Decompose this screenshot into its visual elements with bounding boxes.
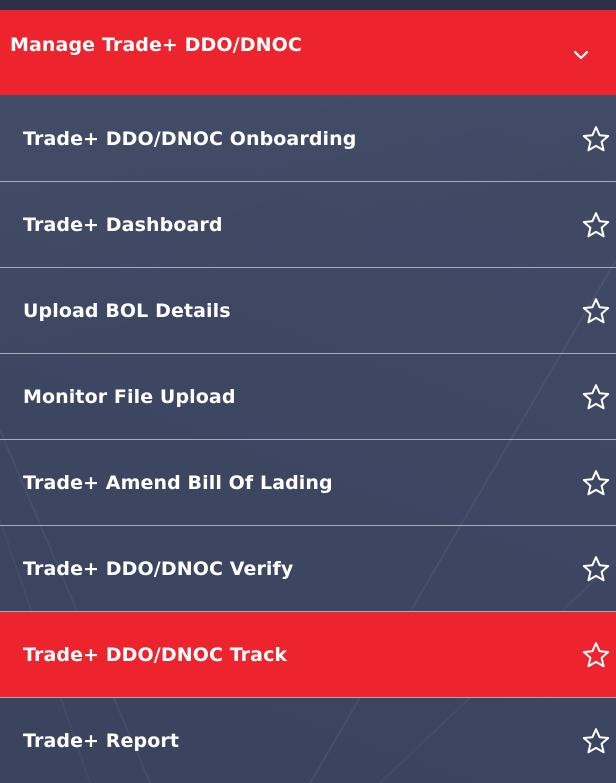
menu-item[interactable]: Trade+ DDO/DNOC Onboarding	[0, 96, 616, 181]
chevron-down-icon[interactable]	[571, 45, 591, 65]
star-icon[interactable]	[581, 210, 611, 240]
menu-item[interactable]: Trade+ Dashboard	[0, 182, 616, 267]
menu-header-manage-trade[interactable]: Manage Trade+ DDO/DNOC	[0, 10, 616, 95]
menu-header-title: Manage Trade+ DDO/DNOC	[10, 34, 302, 56]
menu-item[interactable]: Trade+ DDO/DNOC Verify	[0, 526, 616, 611]
menu-item[interactable]: Upload BOL Details	[0, 268, 616, 353]
star-icon[interactable]	[581, 382, 611, 412]
menu-item-label: Trade+ DDO/DNOC Track	[23, 643, 288, 666]
sidebar-menu: Manage Trade+ DDO/DNOC Trade+ DDO/DNOC O…	[0, 0, 616, 783]
menu-item-label: Monitor File Upload	[23, 385, 236, 408]
star-icon[interactable]	[581, 554, 611, 584]
menu-item-label: Upload BOL Details	[23, 299, 231, 322]
menu-item-label: Trade+ Amend Bill Of Lading	[23, 471, 333, 494]
menu-item-label: Trade+ Dashboard	[23, 213, 223, 236]
menu-item[interactable]: Trade+ Amend Bill Of Lading	[0, 440, 616, 525]
menu-item-label: Trade+ DDO/DNOC Verify	[23, 557, 294, 580]
menu-item-label: Trade+ Report	[23, 729, 180, 752]
star-icon[interactable]	[581, 468, 611, 498]
top-strip	[0, 0, 616, 10]
menu-item[interactable]: Trade+ DDO/DNOC Track	[0, 612, 616, 697]
menu-item[interactable]: Monitor File Upload	[0, 354, 616, 439]
menu-item[interactable]: Trade+ Report	[0, 698, 616, 783]
star-icon[interactable]	[581, 124, 611, 154]
star-icon[interactable]	[581, 296, 611, 326]
star-icon[interactable]	[581, 640, 611, 670]
star-icon[interactable]	[581, 726, 611, 756]
menu-item-label: Trade+ DDO/DNOC Onboarding	[23, 127, 357, 150]
